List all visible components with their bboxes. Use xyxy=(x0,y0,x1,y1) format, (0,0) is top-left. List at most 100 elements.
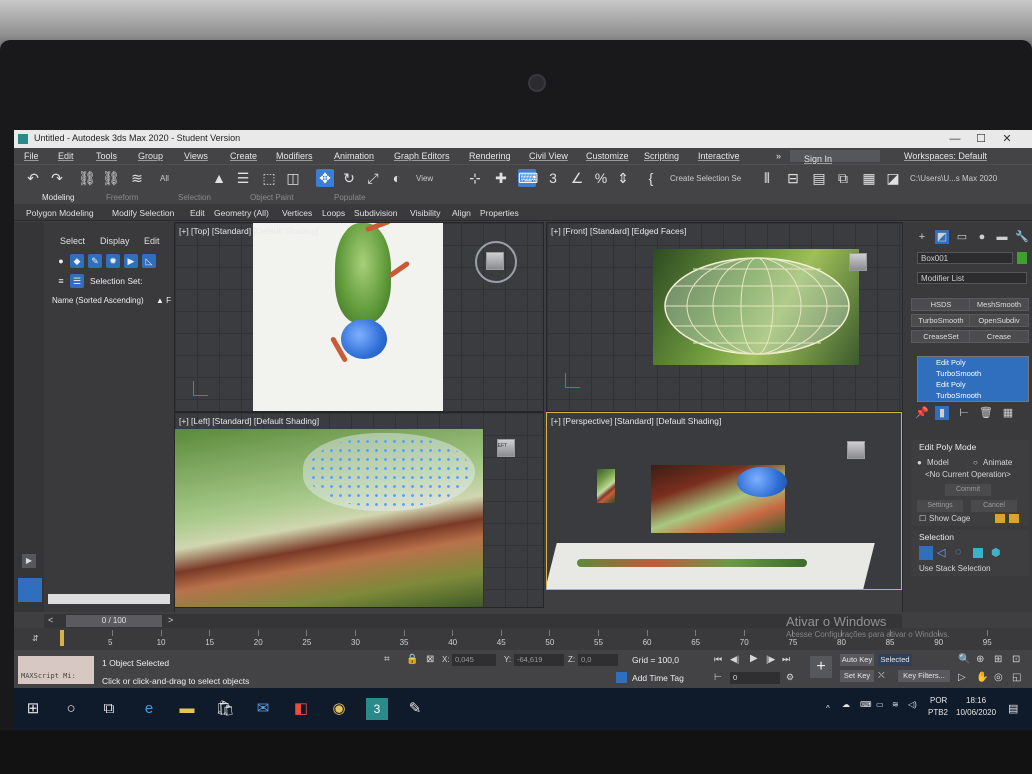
undo-icon[interactable]: ↶ xyxy=(24,169,42,187)
use-stack-selection[interactable]: Use Stack Selection xyxy=(919,564,991,573)
show-cage-checkbox[interactable]: ☐ xyxy=(919,514,926,523)
task-view-icon[interactable]: ⧉ xyxy=(98,698,120,720)
mail-icon[interactable]: ✉ xyxy=(252,698,274,720)
pin-stack-icon[interactable]: 📌 xyxy=(915,406,929,420)
hierarchy-icon[interactable]: ☰ xyxy=(70,274,84,288)
bind-space-warp-icon[interactable]: ≋ xyxy=(128,169,146,187)
menu-edit[interactable]: Edit xyxy=(58,151,74,161)
previous-key-icon[interactable]: ◀| xyxy=(730,654,739,665)
time-config-icon[interactable]: ⚙ xyxy=(786,672,794,683)
expand-arrow-icon[interactable]: ▶ xyxy=(22,554,36,568)
creaseset-button[interactable]: CreaseSet xyxy=(911,330,971,343)
menu-interactive[interactable]: Interactive xyxy=(698,151,740,161)
time-tag-icon[interactable] xyxy=(616,672,627,683)
modify-tab-icon[interactable]: ◩ xyxy=(935,230,949,244)
geometry-filter-icon[interactable]: ◆ xyxy=(70,254,84,268)
shape-filter-icon[interactable]: ✎ xyxy=(88,254,102,268)
input-language[interactable]: POR xyxy=(930,696,947,705)
head-mesh-perspective[interactable] xyxy=(737,467,787,497)
close-button[interactable]: ✕ xyxy=(996,131,1018,147)
edit-named-selection-icon[interactable]: { xyxy=(642,169,660,187)
wifi-icon[interactable]: ≋ xyxy=(892,700,899,709)
explorer-scrollbar[interactable] xyxy=(48,594,170,604)
align-icon[interactable]: ⊟ xyxy=(784,169,802,187)
percent-snap-icon[interactable]: % xyxy=(592,169,610,187)
volume-icon[interactable]: ◁) xyxy=(908,700,917,709)
cloud-icon[interactable]: ☁ xyxy=(842,700,850,709)
explorer-tab-edit[interactable]: Edit xyxy=(144,236,160,246)
modifier-list-dropdown[interactable]: Modifier List xyxy=(917,272,1027,284)
office-icon[interactable]: ◧ xyxy=(290,698,312,720)
tab-freeform[interactable]: Freeform xyxy=(106,193,138,202)
go-to-start-icon[interactable]: ⏮ xyxy=(714,654,722,665)
element-mode-icon[interactable]: ⬢ xyxy=(991,546,1001,559)
viewport-left-label[interactable]: [+] [Left] [Standard] [Default Shading] xyxy=(179,416,319,426)
play-icon[interactable]: ▶ xyxy=(750,653,758,664)
viewcube[interactable] xyxy=(486,252,504,270)
isolate-selection-icon[interactable]: ⌗ xyxy=(384,654,390,665)
viewport-perspective[interactable]: [+] [Perspective] [Standard] [Default Sh… xyxy=(546,412,902,590)
animate-radio[interactable]: ○ xyxy=(973,458,978,467)
time-slider[interactable]: 0 / 100 < > xyxy=(44,614,902,628)
polygon-mode-icon[interactable] xyxy=(973,548,983,558)
key-mode-icon[interactable]: ⊢ xyxy=(714,672,722,683)
windows-start-icon[interactable]: ⊞ xyxy=(22,698,44,720)
selection-header[interactable]: Selection xyxy=(919,532,954,542)
snaps-toggle-icon[interactable]: 3 xyxy=(544,169,562,187)
object-color-swatch[interactable] xyxy=(1017,252,1027,264)
set-key-icon[interactable]: + xyxy=(810,656,832,678)
cancel-button[interactable]: Cancel xyxy=(971,500,1017,512)
mirror-icon[interactable]: ⫴ xyxy=(758,169,776,187)
configure-sets-icon[interactable]: ▦ xyxy=(1001,406,1015,420)
ribbon-vertices[interactable]: Vertices xyxy=(282,208,312,218)
search-icon[interactable]: ○ xyxy=(60,698,82,720)
file-explorer-icon[interactable]: ▬ xyxy=(176,698,198,720)
meshsmooth-button[interactable]: MeshSmooth xyxy=(969,298,1029,311)
selected-dropdown[interactable]: Selected xyxy=(878,654,912,666)
turbosmooth-button[interactable]: TurboSmooth xyxy=(911,314,971,327)
menu-customize[interactable]: Customize xyxy=(586,151,629,161)
auto-key-button[interactable]: Auto Key xyxy=(840,654,874,666)
sphere-mesh[interactable] xyxy=(341,319,387,359)
tab-selection[interactable]: Selection xyxy=(178,193,211,202)
light-filter-icon[interactable]: ✹ xyxy=(106,254,120,268)
pan-icon[interactable]: ✋ xyxy=(976,672,988,683)
edge-mode-icon[interactable]: ◁ xyxy=(937,546,945,559)
ribbon-properties[interactable]: Properties xyxy=(480,208,519,218)
ribbon-align[interactable]: Align xyxy=(452,208,471,218)
selection-filter[interactable]: All xyxy=(160,174,169,183)
orbit-icon[interactable]: ◎ xyxy=(994,672,1003,683)
reference-coordinate-dropdown[interactable]: View xyxy=(416,174,433,183)
menu-scripting[interactable]: Scripting xyxy=(644,151,679,161)
show-end-result-icon[interactable]: ▮ xyxy=(935,406,949,420)
keyboard-icon[interactable]: ⌨ xyxy=(860,700,872,709)
rendered-frame-window-icon[interactable]: ◪ xyxy=(884,169,902,187)
zoom-all-icon[interactable]: ⊕ xyxy=(976,654,984,665)
current-frame-field[interactable]: 0 xyxy=(730,672,780,684)
maxscript-listener[interactable]: MAXScript Mi: xyxy=(18,656,94,684)
menu-file[interactable]: File xyxy=(24,151,39,161)
display-tab-icon[interactable]: ▬ xyxy=(995,230,1009,244)
z-coordinate-field[interactable]: 0,0 xyxy=(578,654,618,666)
tray-overflow-icon[interactable]: ^ xyxy=(826,704,830,713)
minimize-button[interactable]: — xyxy=(944,131,966,147)
x-coordinate-field[interactable]: 0,045 xyxy=(452,654,496,666)
ribbon-modify-selection[interactable]: Modify Selection xyxy=(112,208,174,218)
set-key-button[interactable]: Set Key xyxy=(840,670,874,682)
maximize-button[interactable]: ☐ xyxy=(970,131,992,147)
project-folder[interactable]: C:\Users\U...s Max 2020 xyxy=(910,174,997,183)
next-frame-icon[interactable]: > xyxy=(168,615,173,625)
zoom-extents-all-icon[interactable]: ⊡ xyxy=(1012,654,1020,665)
sort-marker[interactable]: ▲ F xyxy=(156,296,171,305)
vertex-mode-icon[interactable] xyxy=(919,546,933,560)
clock-date[interactable]: 10/06/2020 xyxy=(956,708,996,717)
ribbon-loops[interactable]: Loops xyxy=(322,208,345,218)
helper-filter-icon[interactable]: ◺ xyxy=(142,254,156,268)
3ds-max-icon[interactable]: 3 xyxy=(366,698,388,720)
redo-icon[interactable]: ↷ xyxy=(48,169,66,187)
layer-explorer-icon[interactable]: ⧉ xyxy=(834,169,852,187)
remove-modifier-icon[interactable]: 🗑 xyxy=(979,406,993,420)
tab-object-paint[interactable]: Object Paint xyxy=(250,193,294,202)
viewport-top[interactable]: [+] [Top] [Standard] [Default Shading] xyxy=(174,222,544,412)
add-time-tag-button[interactable]: Add Time Tag xyxy=(632,673,684,683)
